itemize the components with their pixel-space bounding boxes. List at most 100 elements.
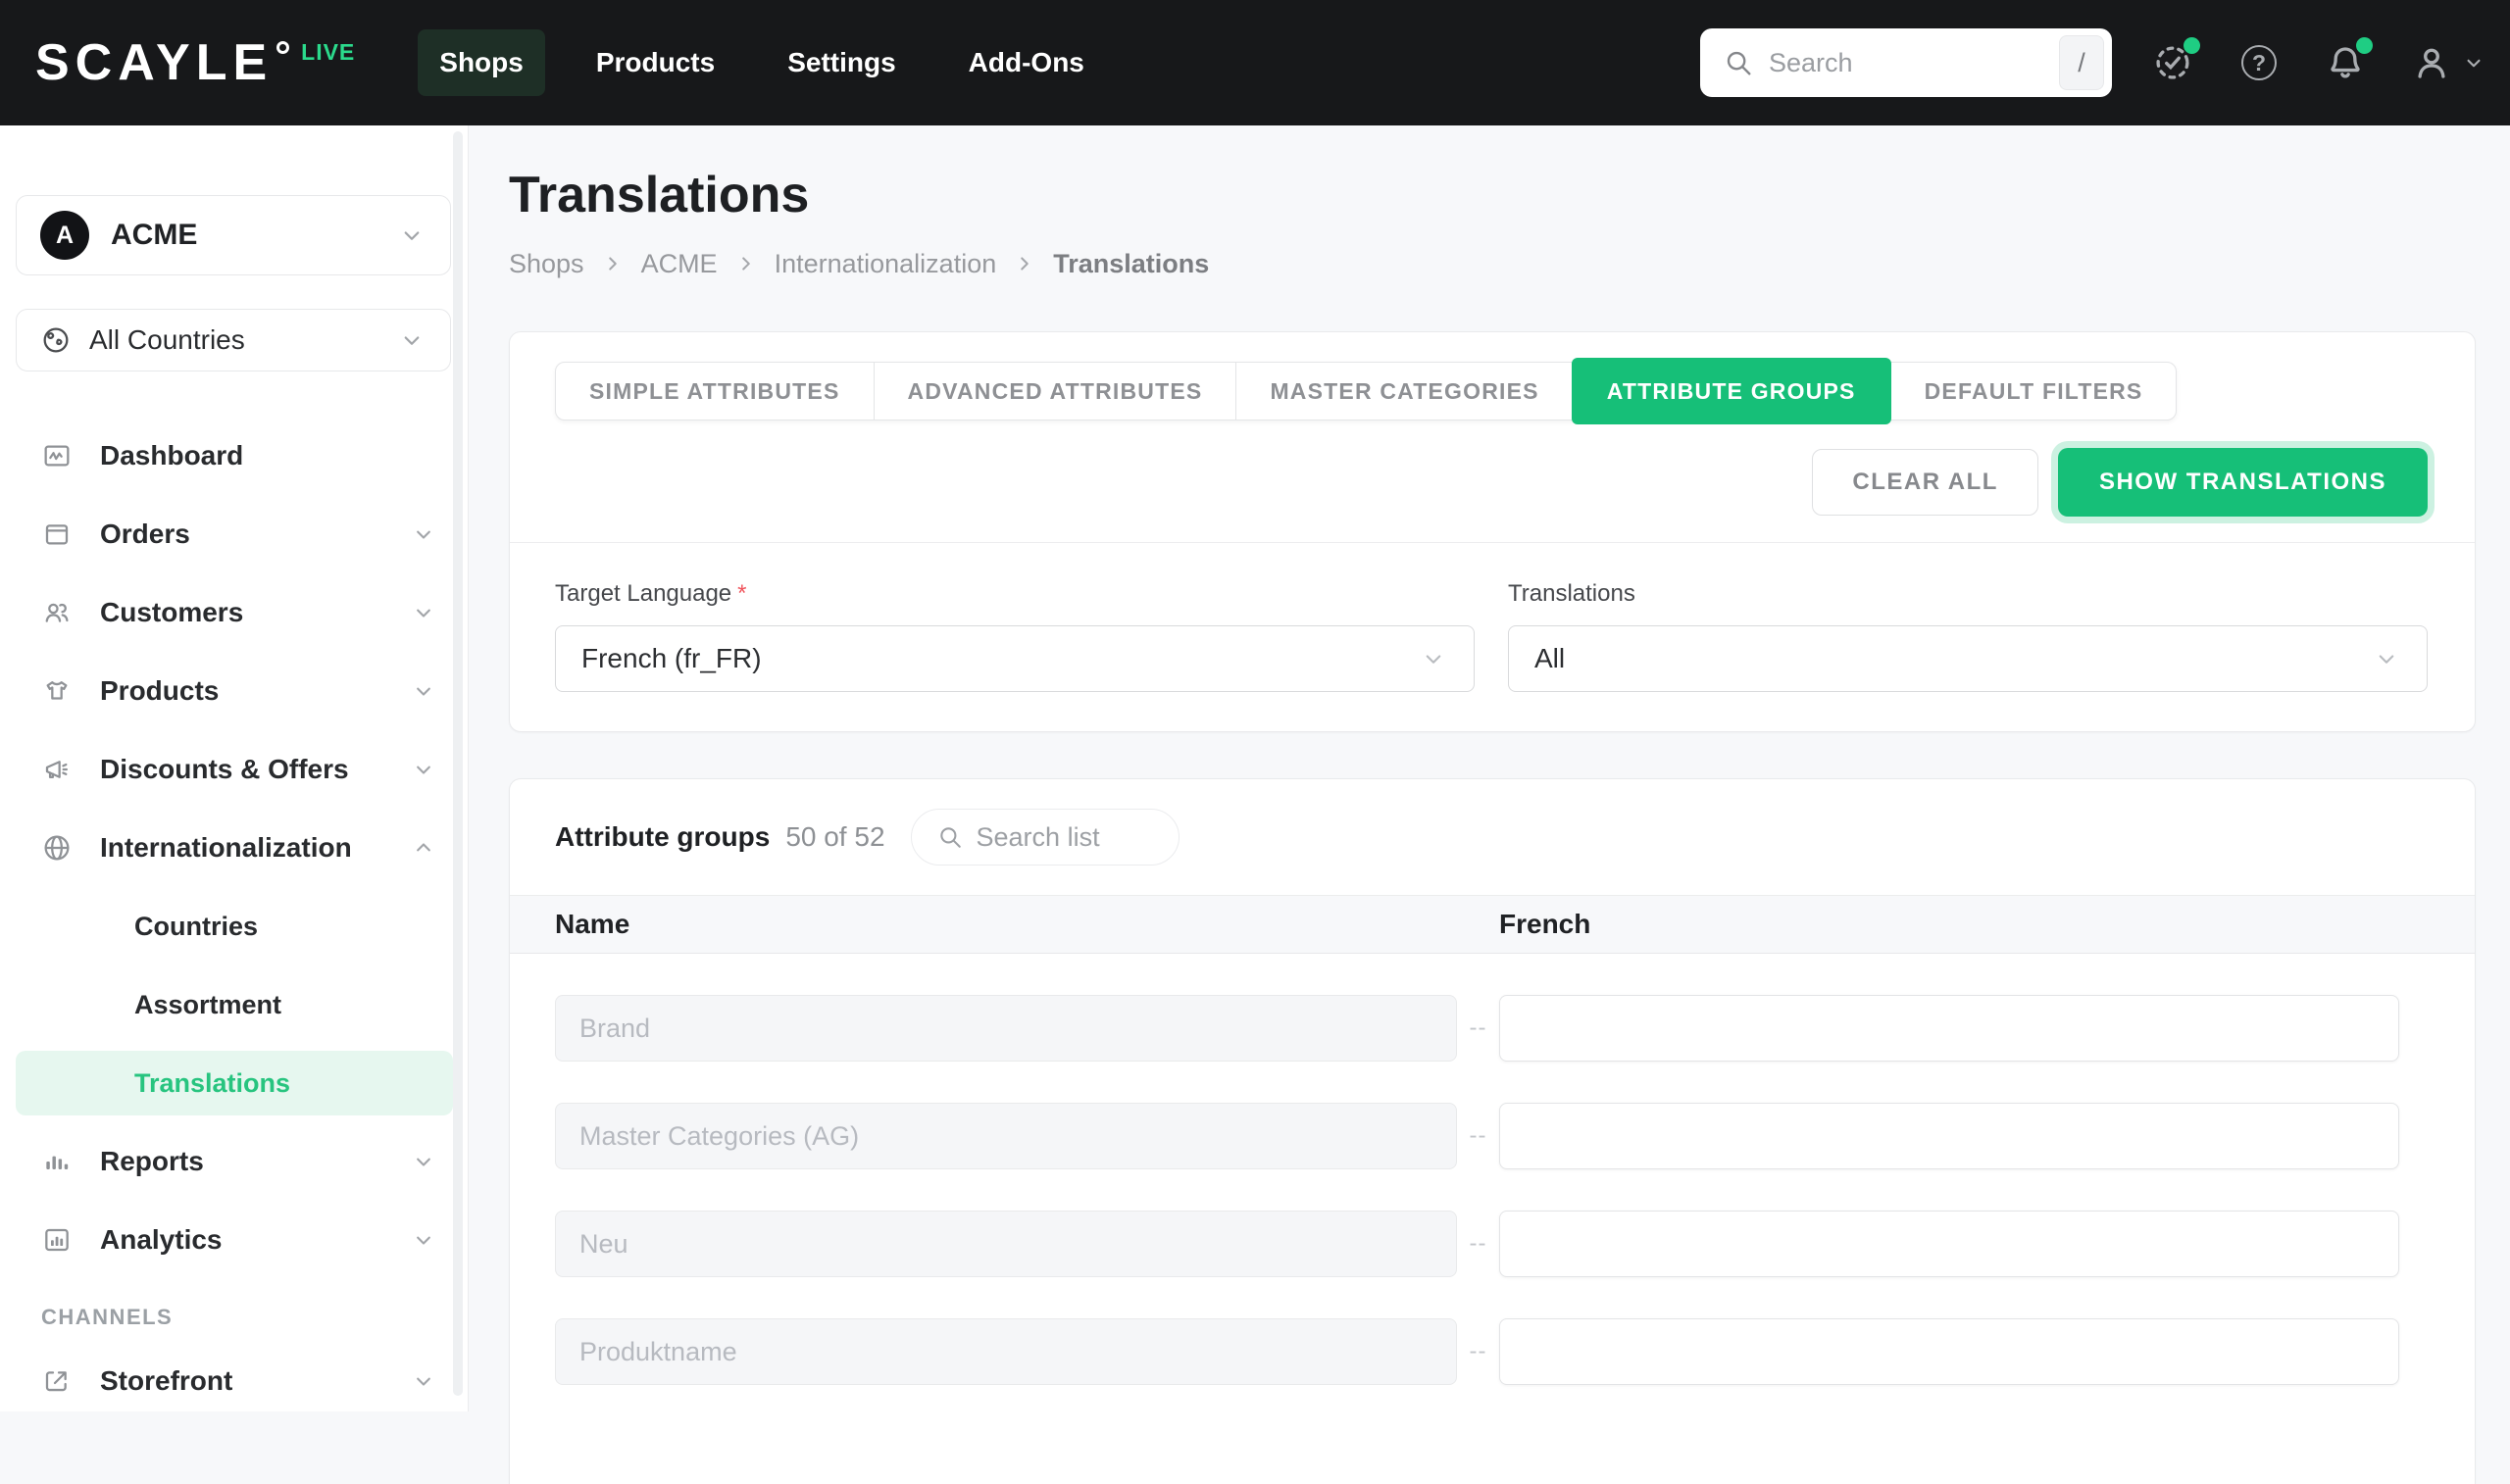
table-row: -- [510,1082,2475,1190]
shop-name: ACME [111,219,397,252]
bar-chart-icon [41,1144,73,1179]
tab-attribute-groups[interactable]: ATTRIBUTE GROUPS [1572,358,1891,424]
target-language-filter: Target Language* French (fr_FR) [555,580,1475,692]
sidebar-item-internationalization[interactable]: Internationalization [0,809,469,887]
source-name-input [555,995,1457,1062]
chevron-down-icon [1419,644,1448,673]
topbar: SCAYLE LIVE Shops Products Settings Add-… [0,0,2510,125]
sidebar: A ACME All Countries Dashboard Orders [0,125,469,1411]
tab-advanced-attributes[interactable]: ADVANCED ATTRIBUTES [874,363,1236,420]
sidebar-item-label: Analytics [100,1224,410,1256]
sidebar-item-products[interactable]: Products [0,652,469,730]
megaphone-icon [41,752,73,787]
notifications-bell-icon[interactable] [2324,41,2367,84]
translations-filter-value: All [1534,643,1565,674]
chevron-down-icon [410,756,437,783]
sidebar-scrollbar[interactable] [453,131,463,1396]
slash-shortcut-key: / [2059,35,2104,90]
sidebar-item-label: Assortment [134,990,281,1020]
search-icon [937,824,963,850]
tab-master-categories[interactable]: MASTER CATEGORIES [1235,363,1572,420]
translation-input[interactable] [1499,1103,2399,1169]
globe-icon [41,830,73,866]
top-nav-settings[interactable]: Settings [766,29,917,96]
sidebar-item-discounts-offers[interactable]: Discounts & Offers [0,730,469,809]
sidebar-subitem-countries[interactable]: Countries [0,887,469,965]
sidebar-item-customers[interactable]: Customers [0,573,469,652]
search-icon [1724,48,1753,77]
page-title: Translations [509,168,2476,223]
clear-all-button[interactable]: CLEAR ALL [1812,449,2038,516]
sidebar-item-dashboard[interactable]: Dashboard [0,417,469,495]
shop-selector[interactable]: A ACME [16,195,451,275]
top-nav-shops[interactable]: Shops [418,29,545,96]
storefront-icon [41,1363,73,1399]
sidebar-item-orders[interactable]: Orders [0,495,469,573]
required-marker: * [737,580,746,607]
table-row: -- [510,974,2475,1082]
tabs-row: SIMPLE ATTRIBUTES ADVANCED ATTRIBUTES MA… [510,332,2475,420]
breadcrumb-acme[interactable]: ACME [641,249,718,279]
search-input[interactable] [1769,48,2059,78]
chevron-right-icon [1014,253,1035,274]
account-menu[interactable] [2410,41,2486,84]
sidebar-subitem-assortment[interactable]: Assortment [0,965,469,1044]
orders-icon [41,517,73,552]
breadcrumb-internationalization[interactable]: Internationalization [775,249,997,279]
source-name-input [555,1211,1457,1277]
chevron-down-icon [410,1226,437,1254]
translation-input[interactable] [1499,1211,2399,1277]
top-nav-addons[interactable]: Add-Ons [947,29,1106,96]
row-separator: -- [1457,1230,1499,1258]
list-count: 50 of 52 [785,821,884,853]
chevron-right-icon [602,253,624,274]
chevron-down-icon [410,599,437,626]
row-separator: -- [1457,1014,1499,1042]
list-search[interactable] [911,809,1180,866]
sidebar-item-label: Internationalization [100,832,410,864]
translation-input[interactable] [1499,995,2399,1062]
sidebar-item-label: Orders [100,519,410,550]
scayle-logo[interactable]: SCAYLE LIVE [35,31,355,94]
breadcrumb-shops[interactable]: Shops [509,249,584,279]
sidebar-item-storefront[interactable]: Storefront [0,1342,469,1420]
translations-filter-select[interactable]: All [1508,625,2428,692]
target-language-value: French (fr_FR) [581,643,762,674]
target-language-select[interactable]: French (fr_FR) [555,625,1475,692]
sidebar-subitem-translations[interactable]: Translations [16,1051,453,1115]
tab-simple-attributes[interactable]: SIMPLE ATTRIBUTES [556,363,874,420]
filter-selects: Target Language* French (fr_FR) Translat… [510,542,2475,731]
chevron-down-icon [397,325,427,355]
notification-dot [2184,37,2200,54]
sidebar-item-label: Discounts & Offers [100,754,410,785]
translation-type-tabs: SIMPLE ATTRIBUTES ADVANCED ATTRIBUTES MA… [555,362,2177,420]
sidebar-item-label: Countries [134,912,258,942]
show-translations-button[interactable]: SHOW TRANSLATIONS [2058,448,2428,517]
sidebar-nav: Dashboard Orders Customers Products [0,417,469,1420]
country-selector[interactable]: All Countries [16,309,451,371]
list-controls: Attribute groups 50 of 52 [510,779,2475,895]
live-badge: LIVE [301,39,355,66]
translation-input[interactable] [1499,1318,2399,1385]
country-name: All Countries [89,324,397,356]
attribute-groups-card: Attribute groups 50 of 52 Name French --… [509,778,2476,1484]
top-nav-products[interactable]: Products [575,29,736,96]
chevron-down-icon [410,520,437,548]
list-search-input[interactable] [977,822,1153,853]
tasks-progress-icon[interactable] [2151,41,2194,84]
global-search[interactable]: / [1700,28,2112,97]
tab-default-filters[interactable]: DEFAULT FILTERS [1890,363,2177,420]
help-icon[interactable] [2237,41,2281,84]
chevron-down-icon [397,221,427,250]
globe-icon [40,324,72,356]
column-header-french: French [1499,909,2475,940]
breadcrumb: Shops ACME Internationalization Translat… [509,248,2476,279]
sidebar-item-reports[interactable]: Reports [0,1122,469,1201]
actions-row: CLEAR ALL SHOW TRANSLATIONS [510,420,2475,542]
sidebar-item-analytics[interactable]: Analytics [0,1201,469,1279]
user-icon [2410,41,2453,84]
table-row: -- [510,1190,2475,1298]
main-content: Translations Shops ACME Internationaliza… [469,125,2510,1411]
topbar-icons [2151,41,2486,84]
sidebar-item-label: Customers [100,597,410,628]
